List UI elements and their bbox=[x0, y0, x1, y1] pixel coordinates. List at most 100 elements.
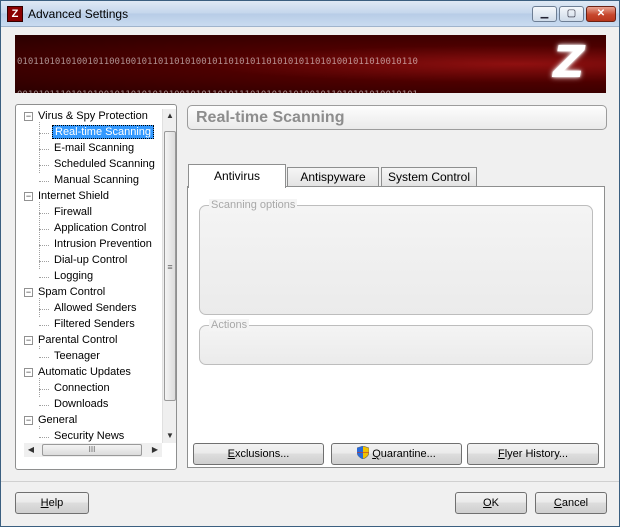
window-title: Advanced Settings bbox=[28, 7, 129, 21]
tree-item[interactable]: Teenager bbox=[52, 349, 102, 365]
tree-connector bbox=[39, 346, 40, 349]
tree-item-label: Downloads bbox=[54, 398, 109, 410]
tree-connector bbox=[39, 426, 40, 429]
tree-item-label: Manual Scanning bbox=[54, 174, 140, 186]
page-title: Real-time Scanning bbox=[196, 109, 345, 126]
tree-item-label: Dial-up Control bbox=[54, 254, 128, 266]
tree-item[interactable]: Filtered Senders bbox=[52, 317, 137, 333]
minimize-button[interactable]: ▁ bbox=[532, 6, 557, 22]
flyer-history-button[interactable]: Flyer History... bbox=[467, 443, 599, 465]
title-bar[interactable]: Z Advanced Settings ▁ ▢ ✕ bbox=[1, 1, 619, 27]
binary-pattern: 0101101010100101100100101101101010010110… bbox=[17, 57, 418, 93]
tree-category-label: Internet Shield bbox=[38, 190, 109, 202]
scanning-options-group: Scanning options bbox=[199, 199, 593, 315]
collapse-toggle-icon[interactable]: − bbox=[24, 335, 33, 345]
quarantine-button[interactable]: Quarantine... bbox=[331, 443, 462, 465]
tree-horizontal-scrollbar[interactable]: ◀ III ▶ bbox=[24, 443, 162, 457]
ok-button[interactable]: OK bbox=[455, 492, 527, 514]
tab-content-antivirus: Scanning options Actions Exclusions... Q… bbox=[187, 186, 605, 468]
tree-category-label: Parental Control bbox=[38, 334, 118, 346]
tree-item-label: Logging bbox=[54, 270, 94, 282]
product-banner: 0101101010100101100100101101101010010110… bbox=[15, 35, 606, 93]
section-header: Real-time Scanning bbox=[187, 105, 607, 130]
scroll-right-icon[interactable]: ▶ bbox=[148, 443, 162, 457]
collapse-toggle-icon[interactable]: − bbox=[24, 287, 33, 297]
tree-item-label: Allowed Senders bbox=[54, 302, 137, 314]
tree-item[interactable]: Real-time Scanning bbox=[52, 125, 154, 141]
tab-antivirus[interactable]: Antivirus bbox=[188, 164, 286, 188]
tree-item-label: Intrusion Prevention bbox=[54, 238, 152, 250]
tree-item[interactable]: Allowed Senders bbox=[52, 301, 139, 317]
scroll-down-icon[interactable]: ▼ bbox=[163, 429, 177, 443]
tree-category-label: Virus & Spy Protection bbox=[38, 110, 148, 122]
help-button[interactable]: Help bbox=[15, 492, 89, 514]
tree-connector bbox=[39, 245, 49, 246]
tree-item[interactable]: Application Control bbox=[52, 221, 148, 237]
tab-antispyware[interactable]: Antispyware bbox=[287, 167, 379, 187]
tree-connector bbox=[39, 149, 49, 150]
collapse-toggle-icon[interactable]: − bbox=[24, 415, 33, 425]
app-logo-icon: Z bbox=[7, 6, 23, 22]
tree-item[interactable]: Security News bbox=[52, 429, 126, 443]
tree-item-label: Security News bbox=[54, 430, 125, 442]
tree-category[interactable]: − Internet Shield bbox=[24, 189, 109, 205]
tree-connector bbox=[39, 261, 49, 262]
collapse-toggle-icon[interactable]: − bbox=[24, 111, 33, 121]
tree-item-label: Connection bbox=[54, 382, 110, 394]
tree-connector bbox=[39, 325, 49, 326]
tree-connector bbox=[39, 165, 49, 166]
tree-vertical-scrollbar[interactable]: ▲ ≡ ▼ bbox=[162, 109, 176, 443]
tree-item[interactable]: Logging bbox=[52, 269, 95, 285]
tree-item-label: Firewall bbox=[54, 206, 92, 218]
tree-connector bbox=[39, 277, 49, 278]
tree-category[interactable]: − Automatic Updates bbox=[24, 365, 131, 381]
tree-item[interactable]: E-mail Scanning bbox=[52, 141, 136, 157]
tree-connector bbox=[39, 437, 49, 438]
scroll-thumb-vertical[interactable]: ≡ bbox=[164, 131, 176, 401]
exclusions-button[interactable]: Exclusions... bbox=[193, 443, 324, 465]
tree-connector bbox=[39, 389, 49, 390]
tree-category[interactable]: − General bbox=[24, 413, 77, 429]
tree-item[interactable]: Firewall bbox=[52, 205, 94, 221]
shield-icon bbox=[357, 446, 370, 459]
tree-category[interactable]: − Virus & Spy Protection bbox=[24, 109, 148, 125]
tree-item-label: Scheduled Scanning bbox=[54, 158, 155, 170]
tree-viewport: − Virus & Spy Protection Real-time Scannin… bbox=[24, 109, 162, 443]
tree-connector bbox=[39, 133, 49, 134]
tree-connector bbox=[39, 181, 49, 182]
tree-item-label: Real-time Scanning bbox=[52, 125, 154, 139]
tab-system-control[interactable]: System Control bbox=[381, 167, 477, 187]
scanning-options-label: Scanning options bbox=[209, 199, 298, 211]
actions-label: Actions bbox=[209, 319, 250, 331]
tree-item[interactable]: Scheduled Scanning bbox=[52, 157, 157, 173]
tree-connector bbox=[39, 229, 49, 230]
tree-item[interactable]: Manual Scanning bbox=[52, 173, 141, 189]
footer-divider bbox=[1, 481, 619, 482]
scroll-thumb-horizontal[interactable]: III bbox=[42, 444, 142, 456]
actions-group: Actions bbox=[199, 319, 593, 365]
tree-connector bbox=[39, 378, 40, 397]
close-button[interactable]: ✕ bbox=[586, 6, 616, 22]
tree-item[interactable]: Connection bbox=[52, 381, 112, 397]
scroll-left-icon[interactable]: ◀ bbox=[24, 443, 38, 457]
collapse-toggle-icon[interactable]: − bbox=[24, 191, 33, 201]
tree-item-label: Teenager bbox=[54, 350, 100, 362]
tree-item[interactable]: Dial-up Control bbox=[52, 253, 129, 269]
tree-connector bbox=[39, 405, 49, 406]
tree-category-label: Automatic Updates bbox=[38, 366, 131, 378]
maximize-button[interactable]: ▢ bbox=[559, 6, 584, 22]
tree-item[interactable]: Downloads bbox=[52, 397, 110, 413]
collapse-toggle-icon[interactable]: − bbox=[24, 367, 33, 377]
brand-logo-icon: Z bbox=[553, 37, 585, 88]
cancel-button[interactable]: Cancel bbox=[535, 492, 607, 514]
advanced-settings-window: Z Advanced Settings ▁ ▢ ✕ 01011010101001… bbox=[0, 0, 620, 527]
tree-item-label: Filtered Senders bbox=[54, 318, 135, 330]
tree-item[interactable]: Intrusion Prevention bbox=[52, 237, 154, 253]
tree-item-label: Application Control bbox=[54, 222, 147, 234]
settings-tree[interactable]: − Virus & Spy Protection Real-time Scannin… bbox=[15, 104, 177, 470]
tree-connector bbox=[39, 309, 49, 310]
tree-connector bbox=[39, 357, 49, 358]
tree-category[interactable]: − Spam Control bbox=[24, 285, 105, 301]
scroll-up-icon[interactable]: ▲ bbox=[163, 109, 177, 123]
tree-connector bbox=[39, 298, 40, 317]
